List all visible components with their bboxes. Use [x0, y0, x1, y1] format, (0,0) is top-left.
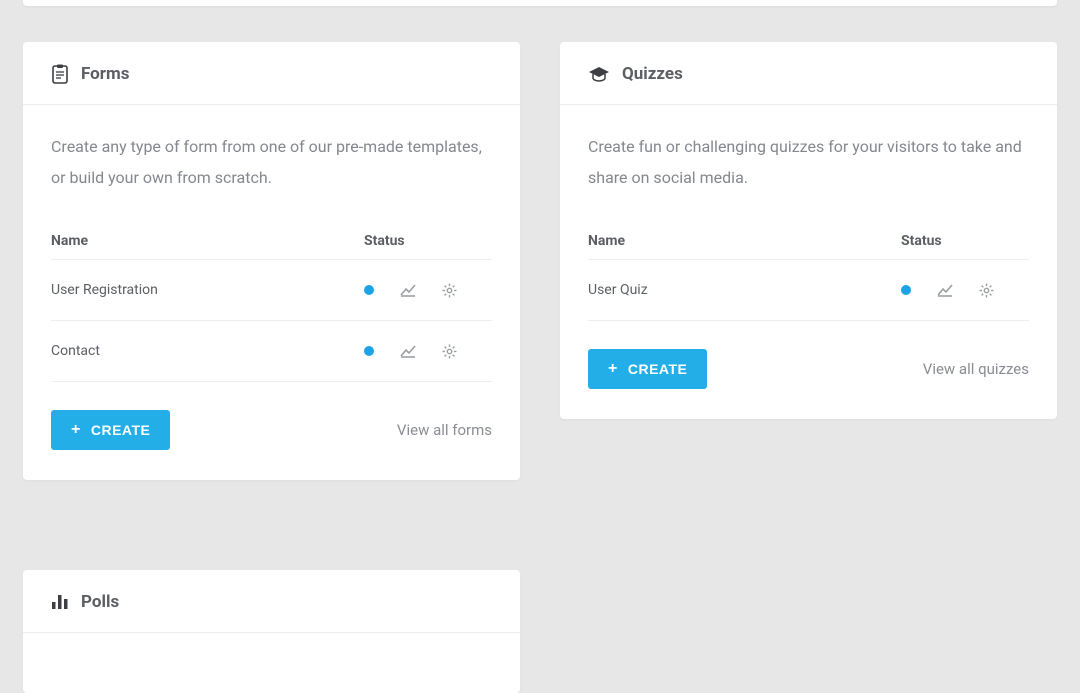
- quizzes-title: Quizzes: [622, 64, 683, 84]
- quizzes-table: Name Status User Quiz: [588, 223, 1029, 321]
- forms-footer: + CREATE View all forms: [51, 410, 492, 450]
- analytics-icon[interactable]: [400, 283, 416, 297]
- analytics-icon[interactable]: [937, 283, 953, 297]
- gear-icon[interactable]: [979, 283, 994, 298]
- status-dot-icon: [901, 285, 911, 295]
- plus-icon: +: [71, 422, 81, 438]
- quizzes-card-header: Quizzes: [560, 42, 1057, 105]
- row-name: User Quiz: [588, 260, 901, 321]
- table-row: Contact: [51, 321, 492, 382]
- row-name: Contact: [51, 321, 364, 382]
- create-label: CREATE: [91, 422, 151, 438]
- quizzes-card-body: Create fun or challenging quizzes for yo…: [560, 105, 1057, 419]
- quizzes-col-name: Name: [588, 223, 901, 260]
- quizzes-footer: + CREATE View all quizzes: [588, 349, 1029, 389]
- create-form-button[interactable]: + CREATE: [51, 410, 170, 450]
- polls-body-stub: [23, 633, 520, 693]
- analytics-icon[interactable]: [400, 344, 416, 358]
- graduation-cap-icon: [588, 66, 610, 82]
- forms-description: Create any type of form from one of our …: [51, 131, 492, 193]
- row-name: User Registration: [51, 260, 364, 321]
- bar-chart-icon: [51, 594, 69, 610]
- plus-icon: +: [608, 361, 618, 377]
- status-dot-icon: [364, 285, 374, 295]
- table-row: User Quiz: [588, 260, 1029, 321]
- clipboard-icon: [51, 64, 69, 84]
- forms-card-header: Forms: [23, 42, 520, 105]
- quizzes-col-status: Status: [901, 223, 1029, 260]
- create-label: CREATE: [628, 361, 688, 377]
- forms-card-body: Create any type of form from one of our …: [23, 105, 520, 480]
- forms-card: Forms Create any type of form from one o…: [23, 42, 520, 480]
- table-row: User Registration: [51, 260, 492, 321]
- forms-col-name: Name: [51, 223, 364, 260]
- gear-icon[interactable]: [442, 283, 457, 298]
- quizzes-description: Create fun or challenging quizzes for yo…: [588, 131, 1029, 193]
- view-all-quizzes-link[interactable]: View all quizzes: [923, 360, 1029, 378]
- top-card-stub: [23, 0, 1057, 6]
- polls-card-header: Polls: [23, 570, 520, 633]
- gear-icon[interactable]: [442, 344, 457, 359]
- polls-title: Polls: [81, 592, 119, 612]
- status-dot-icon: [364, 346, 374, 356]
- forms-title: Forms: [81, 64, 129, 84]
- forms-col-status: Status: [364, 223, 492, 260]
- create-quiz-button[interactable]: + CREATE: [588, 349, 707, 389]
- forms-table: Name Status User Registration: [51, 223, 492, 382]
- quizzes-card: Quizzes Create fun or challenging quizze…: [560, 42, 1057, 419]
- view-all-forms-link[interactable]: View all forms: [397, 421, 492, 439]
